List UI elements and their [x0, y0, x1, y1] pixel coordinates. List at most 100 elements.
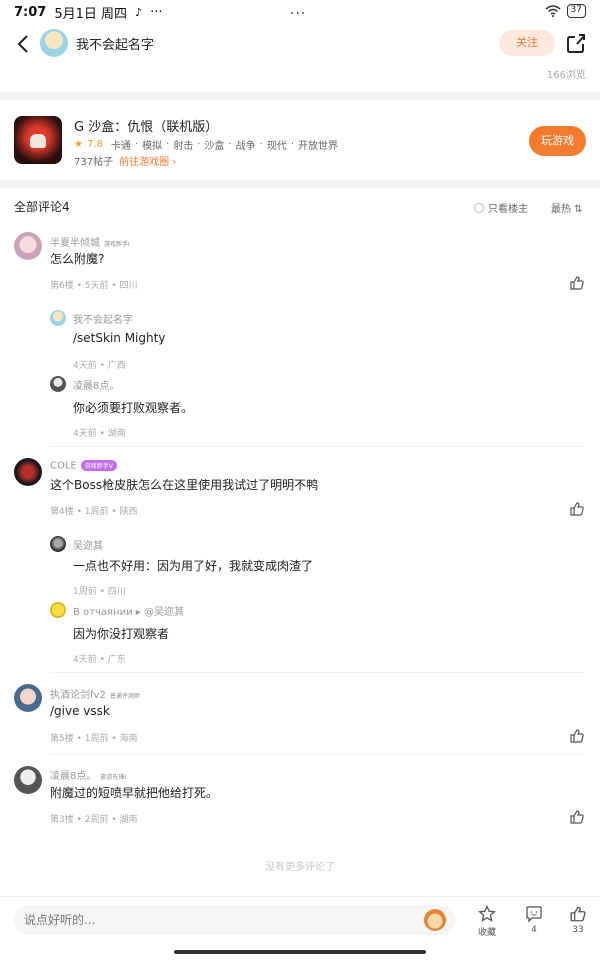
- comment-item: 半夏半倾城 游戏新手I 怎么附魔? 第6楼 • 5天前 • 四川 我不会起名字 /…: [0, 230, 600, 440]
- avatar[interactable]: [14, 766, 42, 794]
- comment-author[interactable]: 半夏半倾城 游戏新手I: [50, 234, 130, 249]
- home-indicator[interactable]: [174, 950, 426, 954]
- comment-item: 凌晨8点。 旅游先锋I 附魔过的短喷早就把他给打死。 第3楼 • 2周前 • 湖南: [0, 764, 600, 834]
- view-count: 166浏览: [546, 70, 586, 81]
- comment-meta: 第5楼 • 1周前 • 海南: [50, 734, 138, 744]
- follow-button[interactable]: 关注: [499, 30, 555, 56]
- favorite-button[interactable]: 收藏: [467, 905, 507, 938]
- reply-author[interactable]: В отчаянии ▸ @吴迩其: [73, 603, 184, 618]
- comment-count: 4: [531, 925, 537, 935]
- game-title[interactable]: G 沙盒：仇恨（联机版）: [74, 116, 218, 135]
- star-icon: ★: [74, 139, 83, 150]
- status-center-dots: ···: [290, 6, 307, 22]
- battery-indicator: 37: [566, 4, 586, 18]
- game-tag: 开放世界: [298, 141, 338, 152]
- avatar[interactable]: [50, 602, 66, 618]
- owner-only-toggle[interactable]: 只看楼主: [474, 200, 528, 215]
- like-count: 33: [572, 925, 584, 935]
- comment-icon: [526, 906, 542, 923]
- status-time: 7:07: [14, 4, 47, 20]
- back-icon[interactable]: [12, 32, 36, 56]
- avatar[interactable]: [50, 536, 66, 552]
- comment-count-button[interactable]: 4: [514, 905, 554, 935]
- skull-icon: [30, 134, 46, 148]
- reply-meta: 4天前 • 广东: [73, 655, 126, 665]
- comment-meta: 第4楼 • 1周前 • 陕西: [50, 507, 138, 517]
- divider: [50, 446, 586, 447]
- comment-author[interactable]: 凌晨8点。 旅游先锋I: [50, 767, 126, 782]
- comment-meta: 第3楼 • 2周前 • 湖南: [50, 815, 138, 825]
- all-comments-title: 全部评论4: [14, 200, 70, 214]
- radio-icon[interactable]: [474, 202, 484, 213]
- comment-author-name: COLE: [50, 460, 77, 472]
- comment-text: /give vssk: [50, 704, 110, 718]
- reply-author[interactable]: 凌晨8点。: [73, 377, 119, 392]
- avatar[interactable]: [50, 376, 66, 392]
- comment-meta: 第6楼 • 5天前 • 四川: [50, 281, 138, 291]
- user-badge: 旅游先锋I: [100, 773, 127, 781]
- user-badge: 游戏新手V: [80, 460, 117, 471]
- game-sub: 737帖子 前往游戏圈 ›: [74, 153, 176, 168]
- tiktok-icon: ♪: [135, 5, 143, 19]
- author-avatar[interactable]: [40, 29, 68, 57]
- bottom-bar: 说点好听的... 收藏 4 33: [0, 896, 600, 946]
- comment-item: COLE 游戏新手V 这个Boss枪皮肤怎么在这里使用我试过了明明不鸭 第4楼 •…: [0, 456, 600, 666]
- avatar[interactable]: [50, 310, 66, 326]
- comment-text: 附魔过的短喷早就把他给打死。: [50, 786, 219, 800]
- comments-header: 全部评论4 只看楼主 最热 ⇅: [0, 196, 600, 218]
- game-post-count: 737帖子: [74, 157, 114, 168]
- comment-author[interactable]: COLE 游戏新手V: [50, 460, 117, 472]
- comment-author-name: 执酒论剑fv2: [50, 690, 106, 701]
- reply-text: 你必须要打败观察者。: [73, 401, 194, 415]
- game-circle-link[interactable]: 前往游戏圈 ›: [119, 153, 176, 168]
- status-date: 5月1日 周四: [54, 6, 128, 22]
- favorite-label: 收藏: [477, 928, 496, 938]
- thumbs-up-icon: [570, 906, 586, 922]
- like-button[interactable]: 33: [558, 905, 598, 935]
- game-tag: 模拟: [142, 141, 163, 152]
- game-meta: ★ 7.8 卡通 · 模拟 · 射击 · 沙盒 · 战争 · 现代 · 开放世界: [74, 139, 338, 152]
- thumbs-up-icon[interactable]: [569, 275, 585, 291]
- user-badge: 普通评测师: [109, 692, 140, 700]
- section-gap: [0, 180, 600, 188]
- no-more-comments: 没有更多评论了: [265, 862, 335, 873]
- reply-author[interactable]: 吴迩其: [73, 537, 103, 552]
- avatar[interactable]: [14, 684, 42, 712]
- thumbs-up-icon[interactable]: [569, 809, 585, 825]
- comment-author-name: 半夏半倾城: [50, 238, 100, 249]
- game-tag: 战争: [235, 141, 256, 152]
- top-nav: 我不会起名字 关注: [0, 26, 600, 62]
- avatar[interactable]: [14, 232, 42, 260]
- thumbs-up-icon[interactable]: [569, 501, 585, 517]
- play-game-button[interactable]: 玩游戏: [529, 126, 586, 156]
- comment-author[interactable]: 执酒论剑fv2 普通评测师: [50, 686, 140, 701]
- game-tag: 沙盒: [204, 141, 225, 152]
- comment-text: 这个Boss枪皮肤怎么在这里使用我试过了明明不鸭: [50, 478, 319, 492]
- owner-only-label: 只看楼主: [488, 204, 528, 215]
- reply-author[interactable]: 我不会起名字: [73, 311, 133, 326]
- section-gap: [0, 92, 600, 100]
- divider: [50, 672, 586, 673]
- comment-item: 执酒论剑fv2 普通评测师 /give vssk 第5楼 • 1周前 • 海南: [0, 682, 600, 752]
- thumbs-up-icon[interactable]: [569, 728, 585, 744]
- sort-button[interactable]: 最热 ⇅: [551, 200, 583, 215]
- game-tag: 现代: [266, 141, 287, 152]
- game-card[interactable]: G 沙盒：仇恨（联机版） ★ 7.8 卡通 · 模拟 · 射击 · 沙盒 · 战争 · 现…: [0, 102, 600, 178]
- game-tag: 射击: [173, 141, 194, 152]
- reply-meta: 4天前 • 广西: [73, 361, 126, 371]
- game-icon[interactable]: [14, 116, 62, 164]
- comment-text: 怎么附魔?: [50, 252, 105, 266]
- status-extra: ···: [150, 4, 163, 20]
- reply-text: 因为你没打观察者: [73, 627, 170, 641]
- comment-input[interactable]: 说点好听的...: [14, 905, 456, 935]
- status-bar: 7:07 5月1日 周四 ♪ ··· ··· 37: [0, 0, 600, 24]
- share-icon[interactable]: [565, 32, 587, 54]
- game-tag: 卡通: [110, 141, 131, 152]
- star-outline-icon: [478, 905, 496, 922]
- emoji-icon[interactable]: [424, 909, 446, 931]
- avatar[interactable]: [14, 458, 42, 486]
- status-right: 37: [545, 4, 586, 18]
- user-badge: 游戏新手I: [104, 240, 130, 248]
- divider: [50, 754, 586, 755]
- author-name[interactable]: 我不会起名字: [76, 34, 154, 53]
